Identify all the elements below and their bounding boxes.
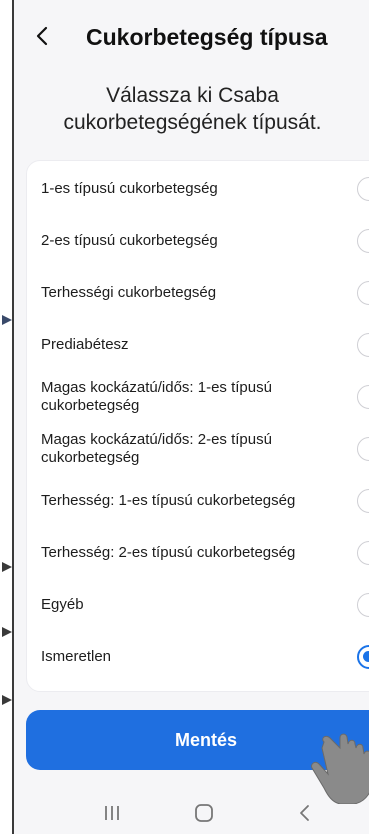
radio-button-selected[interactable] <box>357 645 369 669</box>
radio-button[interactable] <box>357 385 369 409</box>
radio-button[interactable] <box>357 437 369 461</box>
radio-button[interactable] <box>357 489 369 513</box>
option-label: 1-es típusú cukorbetegség <box>41 180 218 197</box>
option-row[interactable]: Terhesség: 2-es típusú cukorbetegség <box>27 527 369 579</box>
option-label: Terhesség: 1-es típusú cukorbetegség <box>41 492 296 509</box>
instruction-line-1: Válassza ki Csaba <box>106 84 279 107</box>
radio-button[interactable] <box>357 177 369 201</box>
page-title: Cukorbetegség típusa <box>86 24 328 50</box>
option-row[interactable]: Magas kockázatú/idős: 2-es típusú cukorb… <box>27 423 369 475</box>
home-button[interactable] <box>184 796 224 828</box>
back-arrow-icon <box>36 26 48 46</box>
option-label: Terhességi cukorbetegség <box>41 284 217 301</box>
diabetes-type-options: 1-es típusú cukorbetegség 2-es típusú cu… <box>26 160 369 692</box>
pointing-hand-icon <box>311 733 369 804</box>
option-label: 2-es típusú cukorbetegség <box>41 232 218 249</box>
back-button[interactable] <box>32 22 52 50</box>
option-row[interactable]: Magas kockázatú/idős: 1-es típusú cukorb… <box>27 371 369 423</box>
recent-apps-icon <box>105 806 119 820</box>
option-row[interactable]: 1-es típusú cukorbetegség <box>27 163 369 215</box>
side-marker-arrow-icon <box>2 627 12 637</box>
radio-button[interactable] <box>357 541 369 565</box>
side-marker-arrow-icon <box>2 562 12 572</box>
radio-button[interactable] <box>357 593 369 617</box>
option-label: Ismeretlen <box>41 648 112 665</box>
app-header: Cukorbetegség típusa <box>14 0 369 70</box>
radio-button[interactable] <box>357 281 369 305</box>
option-row[interactable]: Egyéb <box>27 579 369 631</box>
recent-apps-button[interactable] <box>92 796 132 828</box>
side-marker-arrow-icon <box>2 315 12 325</box>
option-label: Egyéb <box>41 596 84 613</box>
option-row[interactable]: Terhesség: 1-es típusú cukorbetegség <box>27 475 369 527</box>
option-row[interactable]: Terhességi cukorbetegség <box>27 267 369 319</box>
home-icon <box>195 804 213 822</box>
option-label: Magas kockázatú/idős: 2-es típusú cukorb… <box>41 431 272 466</box>
option-row[interactable]: Prediabétesz <box>27 319 369 371</box>
radio-button[interactable] <box>357 333 369 357</box>
option-label: Terhesség: 2-es típusú cukorbetegség <box>41 544 296 561</box>
instruction-line-2: cukorbetegségének típusát. <box>63 111 322 134</box>
phone-screen: Cukorbetegség típusa Válassza ki Csaba c… <box>12 0 369 834</box>
side-marker-arrow-icon <box>2 695 12 705</box>
option-label: Prediabétesz <box>41 336 129 353</box>
radio-button[interactable] <box>357 229 369 253</box>
option-label: Magas kockázatú/idős: 1-es típusú cukorb… <box>41 379 272 414</box>
option-row-selected[interactable]: Ismeretlen <box>27 631 369 683</box>
option-row[interactable]: 2-es típusú cukorbetegség <box>27 215 369 267</box>
instruction-text: Válassza ki Csaba cukorbetegségének típu… <box>14 82 369 136</box>
